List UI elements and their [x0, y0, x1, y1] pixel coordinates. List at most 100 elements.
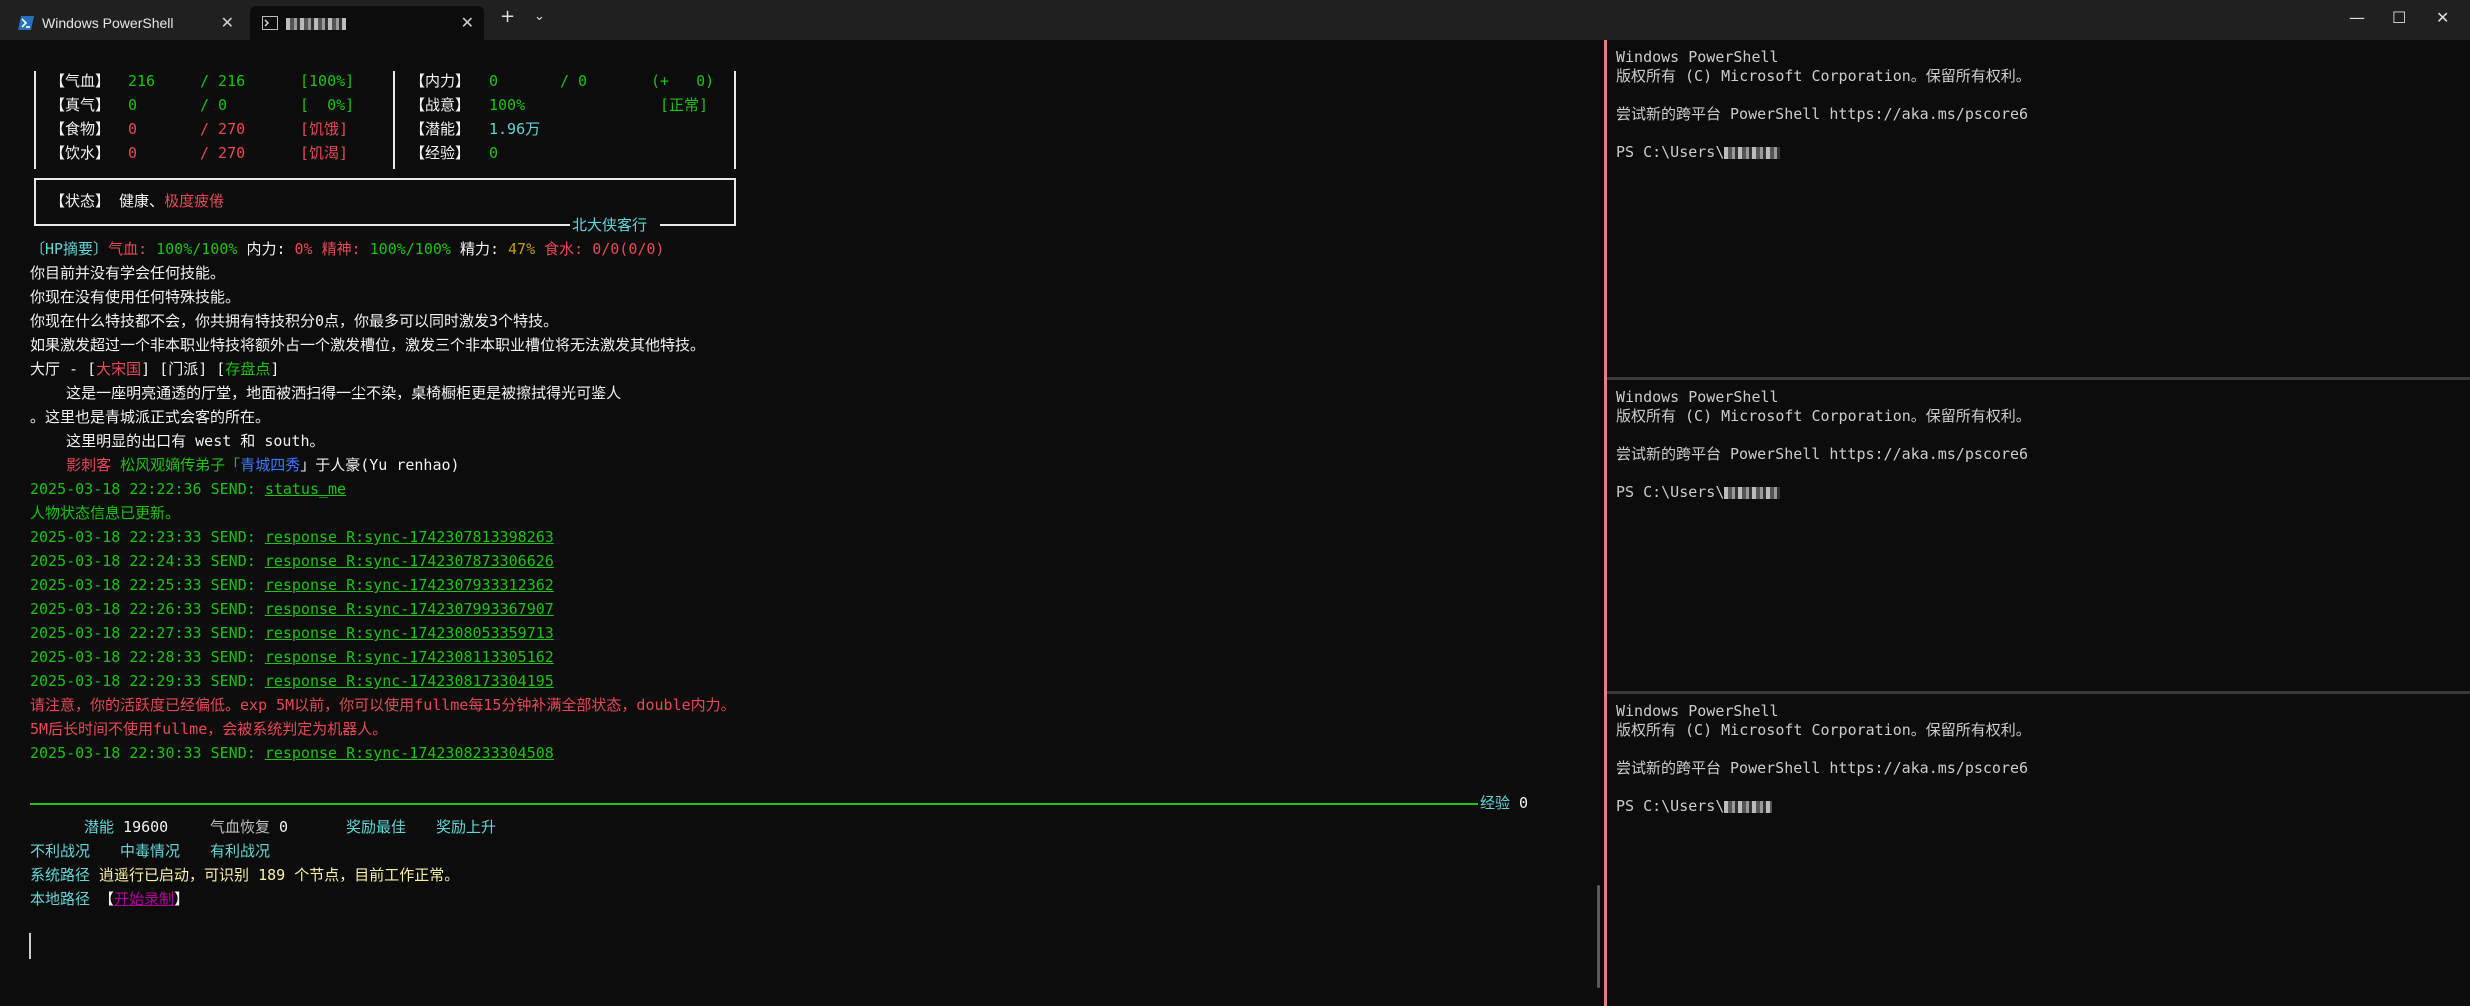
ps-hint: 尝试新的跨平台 PowerShell https://aka.ms/pscore…	[1616, 759, 2029, 777]
exp-progress-bar	[30, 803, 1478, 805]
start-record-link[interactable]: 开始录制	[114, 890, 174, 908]
hp-regen-info: 气血恢复 0	[210, 818, 289, 836]
tab-label: Windows PowerShell	[42, 15, 174, 31]
log-command-link[interactable]: status_me	[265, 480, 346, 498]
stat-label: 【食物】	[50, 120, 111, 138]
stat-pct: [100%]	[300, 72, 355, 90]
log-command-link[interactable]: response R:sync-1742308113305162	[265, 648, 554, 666]
powershell-pane-1[interactable]: Windows PowerShell 版权所有 (C) Microsoft Co…	[1607, 40, 2470, 377]
system-path: 系统路径 逍遥行已启动，可识别 189 个节点，目前工作正常。	[30, 866, 460, 884]
powershell-pane-2[interactable]: Windows PowerShell 版权所有 (C) Microsoft Co…	[1607, 380, 2470, 691]
powershell-pane-3[interactable]: Windows PowerShell 版权所有 (C) Microsoft Co…	[1607, 694, 2470, 1006]
new-tab-plus-icon[interactable]: +	[500, 6, 515, 27]
stat-pct: [ 0%]	[300, 96, 355, 114]
ps-copyright: 版权所有 (C) Microsoft Corporation。保留所有权利。	[1616, 407, 2031, 425]
stat-label: 【真气】	[50, 96, 111, 114]
log-line: 2025-03-18 22:28:33 SEND: response R:syn…	[30, 648, 554, 666]
minimize-icon[interactable]: —	[2349, 8, 2365, 27]
log-command-link[interactable]: response R:sync-1742307873306626	[265, 552, 554, 570]
buff-poison: 中毒情况	[120, 842, 181, 860]
room-desc: 这是一座明亮通透的厅堂，地面被洒扫得一尘不染，桌椅橱柜更是被擦拭得光可鉴人	[30, 384, 622, 402]
log-line: 2025-03-18 22:27:33 SEND: response R:syn…	[30, 624, 554, 642]
stat-label: 【潜能】	[410, 120, 471, 138]
tab-active[interactable]: ✕	[250, 6, 484, 40]
buff-good: 有利战况	[210, 842, 271, 860]
ps-prompt: PS C:\Users\	[1616, 143, 1781, 162]
status-row: 【状态】 健康、极度疲倦	[50, 192, 225, 210]
stat-max: / 216	[200, 72, 246, 90]
warning-line: 请注意，你的活跃度已经偏低。exp 5M以前，你可以使用fullme每15分钟补…	[30, 696, 736, 714]
scrollbar-thumb[interactable]	[1597, 885, 1600, 988]
stat-pct: [饥渴]	[300, 144, 349, 162]
tab-windows-powershell[interactable]: Windows PowerShell ✕	[6, 6, 244, 40]
log-command-link[interactable]: response R:sync-1742307993367907	[265, 600, 554, 618]
log-line: 2025-03-18 22:23:33 SEND: response R:syn…	[30, 528, 554, 546]
box-left-edge	[34, 71, 36, 169]
log-line: 2025-03-18 22:22:36 SEND: status_me	[30, 480, 347, 498]
blurred-tab-title	[286, 18, 346, 31]
stat-value: 0	[128, 96, 138, 114]
title-bar: Windows PowerShell ✕ ✕ + ⌄ — ☐ ✕	[0, 0, 2470, 40]
message-line: 你目前并没有学会任何技能。	[30, 264, 226, 282]
chevron-down-icon[interactable]: ⌄	[534, 9, 545, 24]
stat-label: 【战意】	[410, 96, 471, 114]
box-left-edge-lower	[34, 178, 36, 224]
close-window-icon[interactable]: ✕	[2436, 8, 2449, 27]
reward-best: 奖励最佳	[346, 818, 407, 836]
ps-prompt: PS C:\Users\	[1616, 797, 1773, 816]
ps-header: Windows PowerShell	[1616, 388, 1779, 406]
box-bottom-right	[660, 224, 736, 226]
stat-max: / 0	[200, 96, 228, 114]
stat-value: 216	[128, 72, 156, 90]
blurred-username	[1724, 800, 1773, 813]
log-command-link[interactable]: response R:sync-1742307813398263	[265, 528, 554, 546]
log-line: 2025-03-18 22:24:33 SEND: response R:syn…	[30, 552, 554, 570]
log-line: 2025-03-18 22:26:33 SEND: response R:syn…	[30, 600, 554, 618]
blurred-username	[1724, 486, 1781, 499]
stat-pct: [饥饿]	[300, 120, 349, 138]
log-command-link[interactable]: response R:sync-1742308233304508	[265, 744, 554, 762]
ps-header: Windows PowerShell	[1616, 702, 1779, 720]
exp-label: 经验 0	[1480, 794, 1529, 812]
message-line: 你现在没有使用任何特殊技能。	[30, 288, 241, 306]
room-desc: 。这里也是青城派正式会客的所在。	[30, 408, 271, 426]
warning-line: 5M后长时间不使用fullme，会被系统判定为机器人。	[30, 720, 388, 738]
box-footer-title: 北大侠客行	[572, 216, 648, 234]
stat-max: / 270	[200, 120, 246, 138]
buff-bad: 不利战况	[30, 842, 91, 860]
powershell-icon	[18, 16, 34, 30]
ps-prompt: PS C:\Users\	[1616, 483, 1781, 502]
ps-hint: 尝试新的跨平台 PowerShell https://aka.ms/pscore…	[1616, 445, 2029, 463]
log-line: 2025-03-18 22:25:33 SEND: response R:syn…	[30, 576, 554, 594]
box-right-edge	[734, 71, 736, 169]
log-line: 2025-03-18 22:29:33 SEND: response R:syn…	[30, 672, 554, 690]
box-bottom-left	[34, 224, 570, 226]
qianneng-info: 潜能 19600	[84, 818, 169, 836]
tab-label	[286, 15, 346, 31]
stat-value: 100%	[489, 96, 526, 114]
stat-value: 0	[128, 144, 138, 162]
stat-label: 【内力】	[410, 72, 471, 90]
stat-pct: [正常]	[660, 96, 709, 114]
stat-pct: (+ 0)	[651, 72, 715, 90]
maximize-icon[interactable]: ☐	[2392, 8, 2406, 27]
message-line: 你现在什么特技都不会，你共拥有特技积分0点，你最多可以同时激发3个特技。	[30, 312, 559, 330]
terminal-pane-main[interactable]: 【气血】 216 / 216 [100%] 【内力】 0 / 0 (+ 0) 【…	[0, 40, 1604, 1006]
status-updated: 人物状态信息已更新。	[30, 504, 181, 522]
log-command-link[interactable]: response R:sync-1742307933312362	[265, 576, 554, 594]
close-icon[interactable]: ✕	[461, 13, 474, 32]
local-path: 本地路径 【开始录制】	[30, 890, 190, 908]
reward-up: 奖励上升	[436, 818, 497, 836]
blurred-username	[1724, 146, 1781, 159]
close-icon[interactable]: ✕	[221, 13, 234, 32]
ps-hint: 尝试新的跨平台 PowerShell https://aka.ms/pscore…	[1616, 105, 2029, 123]
message-line: 如果激发超过一个非本职业特技将额外占一个激发槽位，激发三个非本职业槽位将无法激发…	[30, 336, 706, 354]
log-command-link[interactable]: response R:sync-1742308053359713	[265, 624, 554, 642]
log-command-link[interactable]: response R:sync-1742308173304195	[265, 672, 554, 690]
room-npc: 影刺客 松风观嫡传弟子「青城四秀」于人豪(Yu renhao)	[66, 456, 460, 474]
stat-value: 1.96万	[489, 120, 541, 138]
ps-copyright: 版权所有 (C) Microsoft Corporation。保留所有权利。	[1616, 67, 2031, 85]
text-cursor[interactable]	[29, 933, 31, 959]
stat-row-qixue: 【气血】	[50, 72, 111, 90]
ps-copyright: 版权所有 (C) Microsoft Corporation。保留所有权利。	[1616, 721, 2031, 739]
